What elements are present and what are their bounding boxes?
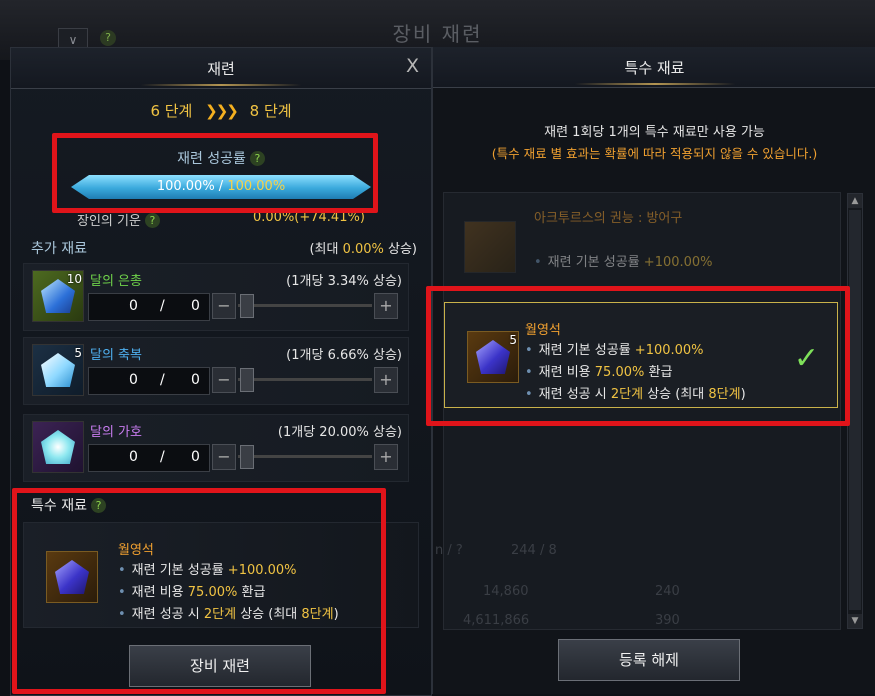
artisan-energy-text: 장인의 기운: [77, 214, 141, 229]
quantity-max: 0: [191, 449, 200, 465]
moon-blessing-icon: 5: [32, 344, 84, 396]
background-text: 390: [655, 613, 680, 628]
background-text: n / ?: [435, 543, 463, 558]
stage-to: 8 단계: [249, 102, 292, 120]
extra-max-text: (최대 0.00% 상승): [309, 238, 417, 257]
scroll-down-icon[interactable]: ▼: [848, 614, 862, 628]
item-name: 아크투르스의 권능 : 방어구: [534, 211, 683, 226]
quantity-field[interactable]: 0 / 0: [88, 293, 210, 321]
quantity-slider[interactable]: − +: [212, 293, 398, 319]
slider-thumb[interactable]: [240, 445, 254, 469]
special-header: 특수 재료: [433, 47, 875, 88]
item-effect-1: • 재련 기본 성공률 +100.00%: [534, 255, 713, 270]
plus-button[interactable]: +: [374, 444, 398, 470]
material-row: 10 달의 은총 (1개당 3.34% 상승) 0 / 0 − +: [23, 263, 409, 331]
quantity-value: 0: [129, 372, 138, 388]
quantity-value: 0: [129, 298, 138, 314]
quantity-separator: /: [160, 372, 165, 388]
quantity-max: 0: [191, 372, 200, 388]
plus-button[interactable]: +: [374, 293, 398, 319]
scroll-thumb[interactable]: [849, 210, 861, 610]
stage-from: 6 단계: [150, 102, 193, 120]
close-icon[interactable]: X: [406, 55, 419, 77]
material-name: 달의 은총: [90, 274, 142, 289]
effect-text: 재련 기본 성공률: [547, 255, 644, 270]
list-item[interactable]: 아크투르스의 권능 : 방어구 • 재련 기본 성공률 +100.00%: [452, 201, 830, 281]
plus-button[interactable]: +: [374, 367, 398, 393]
probability-warning: (특수 재료 별 효과는 확률에 따라 적용되지 않을 수 있습니다.): [491, 146, 818, 161]
scroll-up-icon[interactable]: ▲: [848, 194, 862, 208]
header-ornament: [141, 84, 301, 86]
extra-max-value: 0.00%: [342, 242, 384, 257]
background-text: 240: [655, 584, 680, 599]
quantity-separator: /: [160, 449, 165, 465]
material-row: 달의 가호 (1개당 20.00% 상승) 0 / 0 − +: [23, 414, 409, 482]
refine-title: 재련: [207, 60, 235, 78]
slider-track: [238, 378, 372, 381]
minus-button[interactable]: −: [212, 444, 236, 470]
help-icon[interactable]: ?: [100, 30, 116, 46]
material-row: 5 달의 축복 (1개당 6.66% 상승) 0 / 0 − +: [23, 337, 409, 405]
refine-header: 재련 X: [11, 48, 431, 89]
highlight-success-rate: [52, 133, 378, 213]
quantity-slider[interactable]: − +: [212, 367, 398, 393]
highlight-selected-item: [426, 286, 850, 426]
gem-shape: [41, 430, 75, 464]
material-rate: (1개당 20.00% 상승): [277, 425, 402, 440]
background-text: 14,860: [483, 584, 529, 599]
gem-shape: [41, 353, 75, 387]
moon-grace-icon: 10: [32, 270, 84, 322]
window-title: 장비 재련: [392, 22, 483, 46]
slider-track: [238, 455, 372, 458]
material-name: 달의 가호: [90, 425, 142, 440]
quantity-max: 0: [191, 298, 200, 314]
extra-max-prefix: (최대: [309, 242, 343, 257]
item-count: 5: [74, 346, 82, 360]
quantity-field[interactable]: 0 / 0: [88, 444, 210, 472]
background-text: 4,611,866: [463, 613, 530, 628]
special-panel-title: 특수 재료: [624, 59, 685, 77]
quantity-separator: /: [160, 298, 165, 314]
help-icon[interactable]: ?: [144, 213, 160, 228]
effect-value: +100.00%: [643, 255, 713, 270]
moon-protection-icon: [32, 421, 84, 473]
arcturus-book-icon: [464, 221, 516, 273]
header-ornament: [574, 83, 735, 85]
item-count: 10: [66, 272, 82, 286]
slider-track: [238, 304, 372, 307]
triple-arrow-icon: ❯❯❯: [205, 102, 239, 120]
background-text: 244 / 8: [511, 543, 557, 558]
quantity-field[interactable]: 0 / 0: [88, 367, 210, 395]
minus-button[interactable]: −: [212, 367, 236, 393]
extra-max-suffix: 상승): [383, 242, 417, 257]
quantity-slider[interactable]: − +: [212, 444, 398, 470]
usage-notice: 재련 1회당 1개의 특수 재료만 사용 가능: [544, 125, 765, 140]
stage-indicator: 6 단계 ❯❯❯ 8 단계: [11, 100, 431, 121]
slider-thumb[interactable]: [240, 294, 254, 318]
minus-button[interactable]: −: [212, 293, 236, 319]
material-rate: (1개당 3.34% 상승): [286, 274, 402, 289]
slider-thumb[interactable]: [240, 368, 254, 392]
material-rate: (1개당 6.66% 상승): [286, 348, 402, 363]
extra-materials-title: 추가 재료: [31, 241, 87, 257]
material-name: 달의 축복: [90, 348, 142, 363]
highlight-special-material: [12, 488, 386, 694]
quantity-value: 0: [129, 449, 138, 465]
unregister-button[interactable]: 등록 해제: [558, 639, 740, 681]
